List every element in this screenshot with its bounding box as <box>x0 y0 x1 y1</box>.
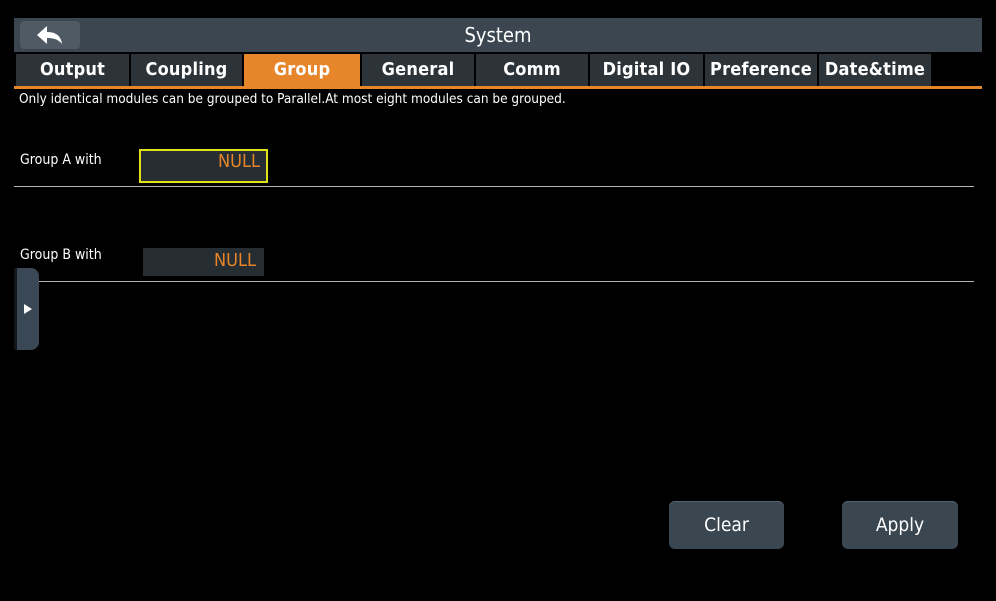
play-arrow-icon <box>24 304 32 314</box>
tab-digital-io[interactable]: Digital IO <box>590 54 703 86</box>
apply-button[interactable]: Apply <box>842 501 958 549</box>
side-panel-toggle[interactable] <box>14 268 39 350</box>
back-arrow-icon <box>37 26 62 44</box>
tab-general[interactable]: General <box>362 54 474 86</box>
group-note: Only identical modules can be grouped to… <box>19 91 566 107</box>
group-a-field[interactable]: NULL <box>139 149 268 183</box>
back-button[interactable] <box>20 21 80 49</box>
tab-preference[interactable]: Preference <box>705 54 817 86</box>
tab-coupling[interactable]: Coupling <box>131 54 242 86</box>
tab-underline <box>14 86 982 89</box>
system-screen: System Output Coupling Group General Com… <box>14 13 982 596</box>
tab-date-time[interactable]: Date&time <box>819 54 931 86</box>
group-a-label: Group A with <box>20 152 102 168</box>
page-title: System <box>464 23 532 47</box>
clear-button[interactable]: Clear <box>669 501 784 549</box>
tab-group[interactable]: Group <box>244 54 360 86</box>
divider <box>14 281 974 282</box>
title-bar: System <box>14 18 982 52</box>
tab-comm[interactable]: Comm <box>476 54 588 86</box>
group-b-label: Group B with <box>20 247 102 263</box>
divider <box>14 186 974 187</box>
tab-output[interactable]: Output <box>16 54 129 86</box>
group-b-field[interactable]: NULL <box>143 248 264 276</box>
